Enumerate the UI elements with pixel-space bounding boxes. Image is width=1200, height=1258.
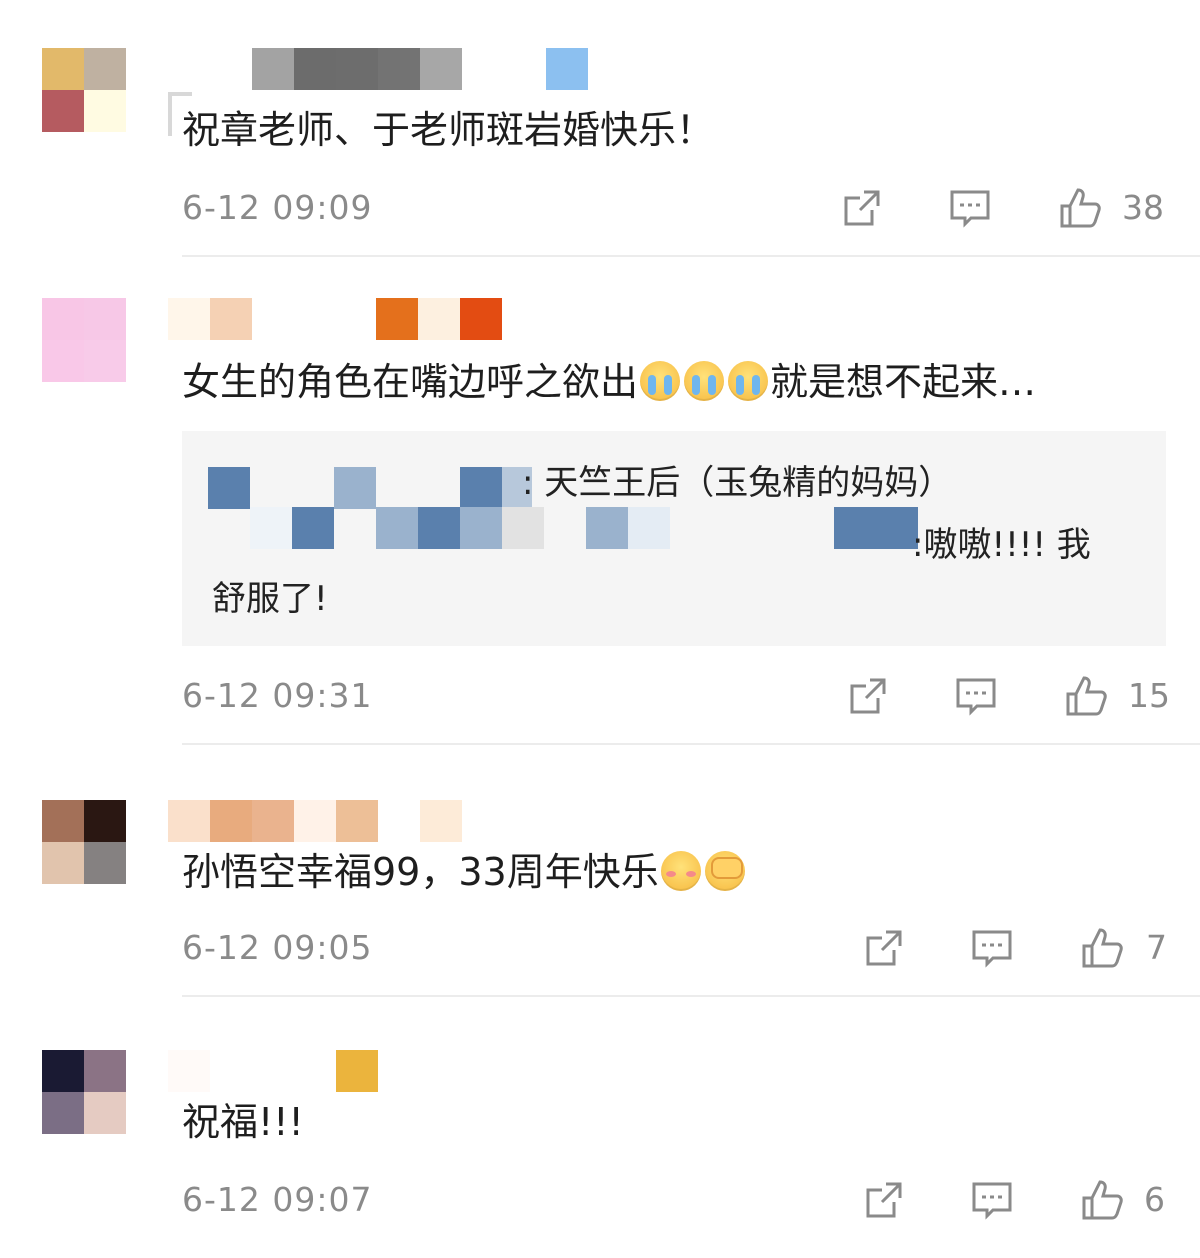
comment-text: 女生的角色在嘴边呼之欲出 就是想不起来… bbox=[182, 358, 1036, 406]
comment-text-part: 就是想不起来… bbox=[770, 360, 1037, 404]
username-censored[interactable] bbox=[168, 298, 502, 340]
quote-line: : 天竺王后（玉兔精的妈妈） bbox=[522, 463, 953, 503]
comment-text: 孙悟空幸福99，33周年快乐 bbox=[182, 848, 747, 896]
like-icon[interactable] bbox=[1062, 672, 1110, 720]
comment-meta: 6-12 09:31 15 bbox=[182, 672, 1172, 720]
username-censored bbox=[208, 467, 250, 509]
avatar-pixel bbox=[42, 842, 84, 884]
avatar[interactable] bbox=[42, 48, 126, 132]
share-icon[interactable] bbox=[838, 184, 886, 232]
comment-meta: 6-12 09:07 6 bbox=[182, 1176, 1172, 1224]
comment-meta: 6-12 09:05 7 bbox=[182, 924, 1172, 972]
reply-icon[interactable] bbox=[968, 924, 1016, 972]
like-count: 15 bbox=[1128, 676, 1170, 715]
avatar-pixel bbox=[84, 800, 126, 842]
avatar-pixel bbox=[84, 48, 126, 90]
username-censored bbox=[834, 507, 918, 549]
comment-time: 6-12 09:09 bbox=[182, 188, 373, 227]
avatar-pixel bbox=[84, 1050, 126, 1092]
username-censored bbox=[460, 467, 502, 509]
reply-icon[interactable] bbox=[968, 1176, 1016, 1224]
divider bbox=[182, 255, 1200, 257]
avatar-pixel bbox=[42, 1092, 84, 1134]
quoted-reply[interactable]: : 天竺王后（玉兔精的妈妈） :嗷嗷!!!! 我 舒服了! bbox=[182, 431, 1166, 646]
avatar[interactable] bbox=[42, 1050, 126, 1134]
comment-text: 祝福!!! bbox=[182, 1100, 304, 1144]
comment-time: 6-12 09:07 bbox=[182, 1180, 373, 1219]
avatar[interactable] bbox=[42, 800, 126, 884]
username-censored[interactable] bbox=[168, 1050, 378, 1092]
share-icon[interactable] bbox=[860, 1176, 908, 1224]
avatar-pixel bbox=[84, 842, 126, 884]
share-icon[interactable] bbox=[860, 924, 908, 972]
username-censored bbox=[418, 507, 460, 549]
avatar-pixel bbox=[42, 800, 84, 842]
avatar-pixel bbox=[84, 340, 126, 382]
avatar-pixel bbox=[42, 90, 84, 132]
quote-line: 舒服了! bbox=[212, 579, 328, 619]
avatar-pixel bbox=[84, 90, 126, 132]
like-icon[interactable] bbox=[1078, 924, 1126, 972]
shy-face-icon bbox=[660, 851, 701, 891]
avatar-pixel bbox=[84, 1092, 126, 1134]
comment-text-part: 女生的角色在嘴边呼之欲出 bbox=[182, 360, 639, 404]
like-count: 7 bbox=[1146, 928, 1167, 967]
avatar-pixel bbox=[42, 1050, 84, 1092]
username-censored bbox=[292, 507, 334, 549]
crying-face-icon bbox=[728, 361, 769, 401]
like-count: 38 bbox=[1122, 188, 1164, 227]
crying-face-icon bbox=[640, 361, 681, 401]
quote-line: :嗷嗷!!!! 我 bbox=[912, 525, 1091, 565]
comment-time: 6-12 09:31 bbox=[182, 676, 373, 715]
comment-time: 6-12 09:05 bbox=[182, 928, 373, 967]
comment-text-part: 孙悟空幸福99，33周年快乐 bbox=[182, 850, 659, 894]
like-count: 6 bbox=[1144, 1180, 1165, 1219]
share-icon[interactable] bbox=[844, 672, 892, 720]
username-censored[interactable] bbox=[168, 800, 462, 842]
crying-face-icon bbox=[684, 361, 725, 401]
like-icon[interactable] bbox=[1056, 184, 1104, 232]
username-censored bbox=[376, 507, 418, 549]
avatar-pixel bbox=[84, 298, 126, 340]
username-censored bbox=[628, 507, 670, 549]
username-censored bbox=[460, 507, 502, 549]
comment-meta: 6-12 09:09 38 bbox=[182, 184, 1172, 232]
like-icon[interactable] bbox=[1078, 1176, 1126, 1224]
divider bbox=[182, 743, 1200, 745]
username-censored bbox=[334, 467, 376, 509]
avatar-pixel bbox=[42, 298, 84, 340]
covering-face-icon bbox=[704, 851, 745, 891]
username-censored[interactable] bbox=[252, 48, 588, 90]
reply-icon[interactable] bbox=[952, 672, 1000, 720]
comment-text: 祝章老师、于老师斑岩婚快乐！ bbox=[182, 108, 715, 152]
username-censored bbox=[250, 507, 292, 549]
username-censored bbox=[502, 507, 544, 549]
reply-icon[interactable] bbox=[946, 184, 994, 232]
avatar[interactable] bbox=[42, 298, 126, 382]
username-censored bbox=[586, 507, 628, 549]
avatar-pixel bbox=[42, 340, 84, 382]
divider bbox=[182, 995, 1200, 997]
avatar-pixel bbox=[42, 48, 84, 90]
